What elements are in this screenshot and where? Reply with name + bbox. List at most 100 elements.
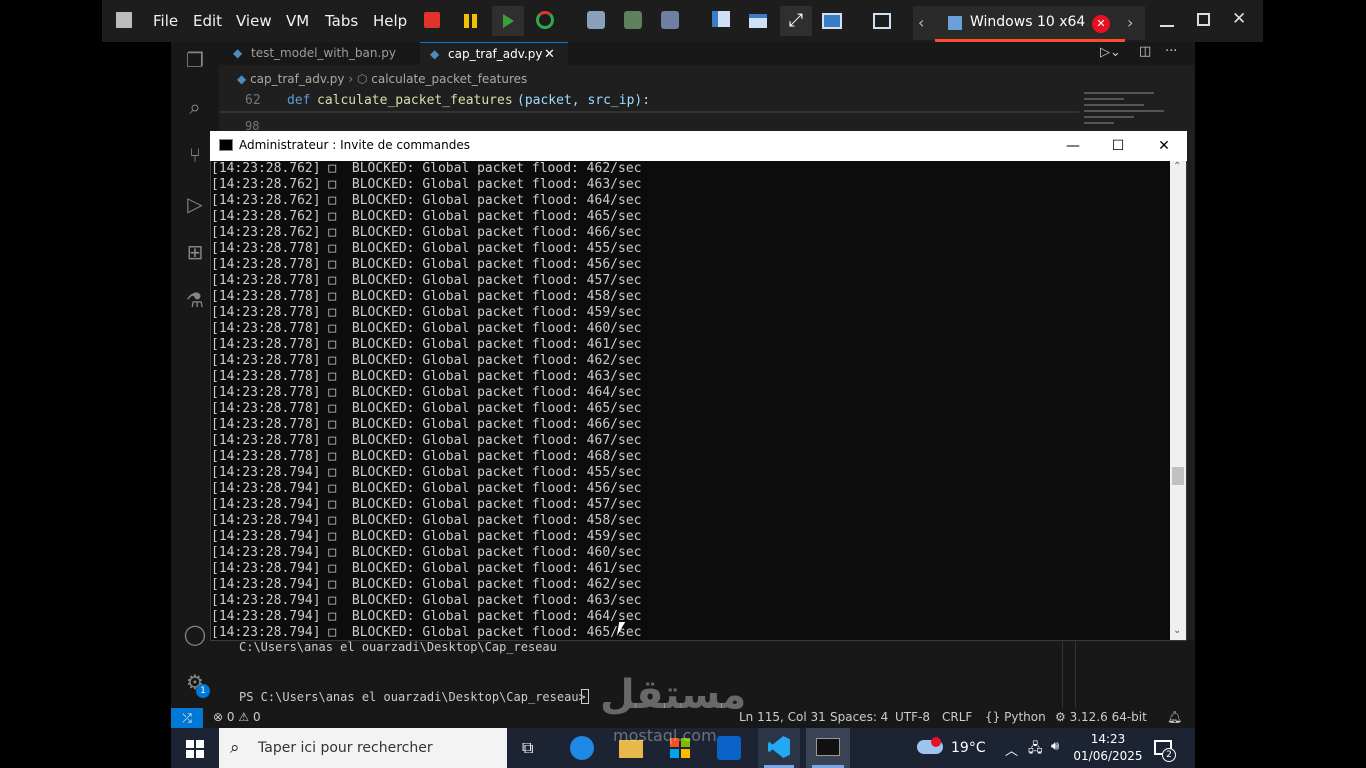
cmd-output-line: [14:23:28.762] □ BLOCKED: Global packet …: [211, 177, 642, 192]
breadcrumb: ◆ cap_traf_adv.py › ⬡ calculate_packet_f…: [237, 72, 527, 86]
unity-icon[interactable]: [822, 13, 842, 29]
encoding[interactable]: UTF-8: [895, 710, 930, 724]
python-file-icon: ◆: [237, 72, 247, 86]
python-file-icon: ◆: [430, 47, 440, 61]
warning-count: 0: [252, 710, 261, 724]
watermark-logo: مستقل: [600, 672, 747, 718]
problems-indicator[interactable]: ⊗ 0 ⚠ 0: [213, 710, 261, 724]
menu-view[interactable]: View: [236, 0, 272, 42]
vmware-home-icon[interactable]: [116, 12, 132, 28]
snapshot-icon[interactable]: [587, 11, 605, 29]
tab-cap-traf-adv[interactable]: ◆ cap_traf_adv.py ✕: [420, 42, 568, 65]
taskbar-vscode-button[interactable]: [758, 728, 800, 768]
source-control-icon[interactable]: ⑂: [183, 143, 207, 167]
run-file-icon[interactable]: ▷⌄: [1100, 45, 1121, 60]
cmd-output-line: [14:23:28.794] □ BLOCKED: Global packet …: [211, 529, 642, 544]
library-icon[interactable]: [712, 11, 730, 27]
cmd-output-line: [14:23:28.778] □ BLOCKED: Global packet …: [211, 273, 642, 288]
weather-temp[interactable]: 19°C: [951, 740, 986, 756]
breadcrumb-file[interactable]: cap_traf_adv.py: [250, 72, 344, 86]
cmd-scrollbar[interactable]: ⌃ ⌄: [1170, 161, 1186, 640]
scroll-up-icon[interactable]: ⌃: [1173, 161, 1181, 172]
terminal-divider: [1075, 640, 1076, 708]
tab-close-icon[interactable]: ✕: [544, 43, 555, 66]
task-view-icon[interactable]: ⧉: [522, 738, 533, 758]
cmd-output-line: [14:23:28.794] □ BLOCKED: Global packet …: [211, 577, 642, 592]
indentation[interactable]: Spaces: 4: [830, 710, 888, 724]
cmd-output-line: [14:23:28.778] □ BLOCKED: Global packet …: [211, 305, 642, 320]
cmd-output-line: [14:23:28.794] □ BLOCKED: Global packet …: [211, 561, 642, 576]
menu-vm[interactable]: VM: [286, 0, 309, 42]
cmd-output-line: [14:23:28.762] □ BLOCKED: Global packet …: [211, 193, 642, 208]
error-icon: ⊗: [213, 710, 224, 724]
console-view-icon[interactable]: [873, 13, 891, 29]
volume-icon[interactable]: 🔊︎: [1051, 739, 1059, 754]
code-line[interactable]: 62 def calculate_packet_features (packet…: [219, 93, 1079, 111]
cmd-title: Administrateur : Invite de commandes: [239, 138, 470, 152]
code-function-name: calculate_packet_features: [317, 93, 513, 108]
cursor-position[interactable]: Ln 115, Col 31: [739, 710, 826, 724]
pause-icon[interactable]: [463, 11, 479, 31]
minimap[interactable]: [1080, 90, 1180, 130]
line-ending[interactable]: CRLF: [942, 710, 972, 724]
play-icon: [503, 14, 514, 28]
clock[interactable]: 14:23 01/06/2025: [1073, 731, 1143, 765]
minimize-icon[interactable]: [1160, 13, 1174, 27]
terminal-prompt: PS C:\Users\anas el ouarzadi\Desktop\Cap…: [239, 690, 594, 704]
cmd-output-line: [14:23:28.778] □ BLOCKED: Global packet …: [211, 385, 642, 400]
taskbar-cmd-button[interactable]: [806, 728, 850, 768]
menu-tabs[interactable]: Tabs: [325, 0, 358, 42]
outlook-icon[interactable]: [717, 736, 741, 760]
scroll-down-icon[interactable]: ⌄: [1173, 625, 1181, 636]
vm-tab-close-icon[interactable]: ✕: [1092, 15, 1110, 33]
cmd-output-line: [14:23:28.762] □ BLOCKED: Global packet …: [211, 225, 642, 240]
language-mode[interactable]: {} Python: [985, 710, 1046, 724]
snapshot-restore-icon[interactable]: [624, 11, 642, 29]
remote-indicator-icon[interactable]: ⤮: [171, 708, 203, 728]
weather-alert-badge: [931, 737, 941, 747]
tab-test-model[interactable]: ◆ test_model_with_ban.py: [219, 42, 419, 65]
cmd-output-line: [14:23:28.778] □ BLOCKED: Global packet …: [211, 417, 642, 432]
notifications-bell-icon[interactable]: 🔔︎: [1167, 710, 1182, 724]
extensions-icon[interactable]: ⊞: [183, 240, 207, 264]
cmd-output-line: [14:23:28.794] □ BLOCKED: Global packet …: [211, 609, 642, 624]
cmd-output-line: [14:23:28.778] □ BLOCKED: Global packet …: [211, 241, 642, 256]
show-hidden-icons-icon[interactable]: ︿: [1005, 740, 1018, 759]
windows-start-icon[interactable]: [186, 740, 204, 758]
python-interpreter[interactable]: ⚙ 3.12.6 64-bit: [1055, 710, 1147, 724]
search-icon[interactable]: ⌕: [183, 95, 207, 119]
menu-file[interactable]: File: [153, 0, 178, 42]
menu-help[interactable]: Help: [373, 0, 407, 42]
testing-icon[interactable]: ⚗: [183, 288, 207, 312]
thumbnail-icon[interactable]: [749, 14, 767, 28]
power-off-icon[interactable]: [424, 12, 440, 28]
edge-icon[interactable]: [570, 736, 594, 760]
tab-right-chevron-icon[interactable]: ›: [1127, 13, 1133, 32]
accounts-icon[interactable]: ◯: [183, 622, 207, 646]
menu-edit[interactable]: Edit: [193, 0, 222, 42]
close-icon[interactable]: ✕: [1232, 9, 1246, 29]
cmd-output-line: [14:23:28.794] □ BLOCKED: Global packet …: [211, 513, 642, 528]
run-debug-icon[interactable]: ▷: [183, 192, 207, 216]
fullscreen-icon[interactable]: ⤢: [780, 6, 812, 36]
vm-tab-label: Windows 10 x64: [970, 14, 1086, 30]
code-keyword: def: [287, 93, 311, 108]
breadcrumb-symbol[interactable]: calculate_packet_features: [371, 72, 527, 86]
snapshot-manager-icon[interactable]: [661, 11, 679, 29]
cmd-scrollbar-thumb[interactable]: [1172, 467, 1184, 485]
split-editor-icon[interactable]: ◫: [1139, 44, 1151, 59]
restore-icon[interactable]: [1197, 13, 1210, 26]
explorer-icon[interactable]: ❐: [183, 48, 207, 72]
cmd-maximize-icon[interactable]: ☐: [1095, 131, 1141, 161]
python-env-icon: ⚙: [1055, 710, 1066, 724]
tab-left-chevron-icon[interactable]: ‹: [918, 13, 924, 32]
play-button[interactable]: [492, 6, 524, 36]
network-icon[interactable]: 🖧︎: [1028, 739, 1043, 761]
cmd-output-line: [14:23:28.794] □ BLOCKED: Global packet …: [211, 465, 642, 480]
restart-icon[interactable]: [536, 11, 554, 29]
cmd-output: [14:23:28.762] □ BLOCKED: Global packet …: [211, 161, 1169, 641]
cmd-close-icon[interactable]: ✕: [1141, 131, 1187, 161]
cmd-minimize-icon[interactable]: —: [1050, 131, 1096, 161]
cmd-output-line: [14:23:28.778] □ BLOCKED: Global packet …: [211, 257, 642, 272]
more-actions-icon[interactable]: ···: [1165, 44, 1177, 59]
